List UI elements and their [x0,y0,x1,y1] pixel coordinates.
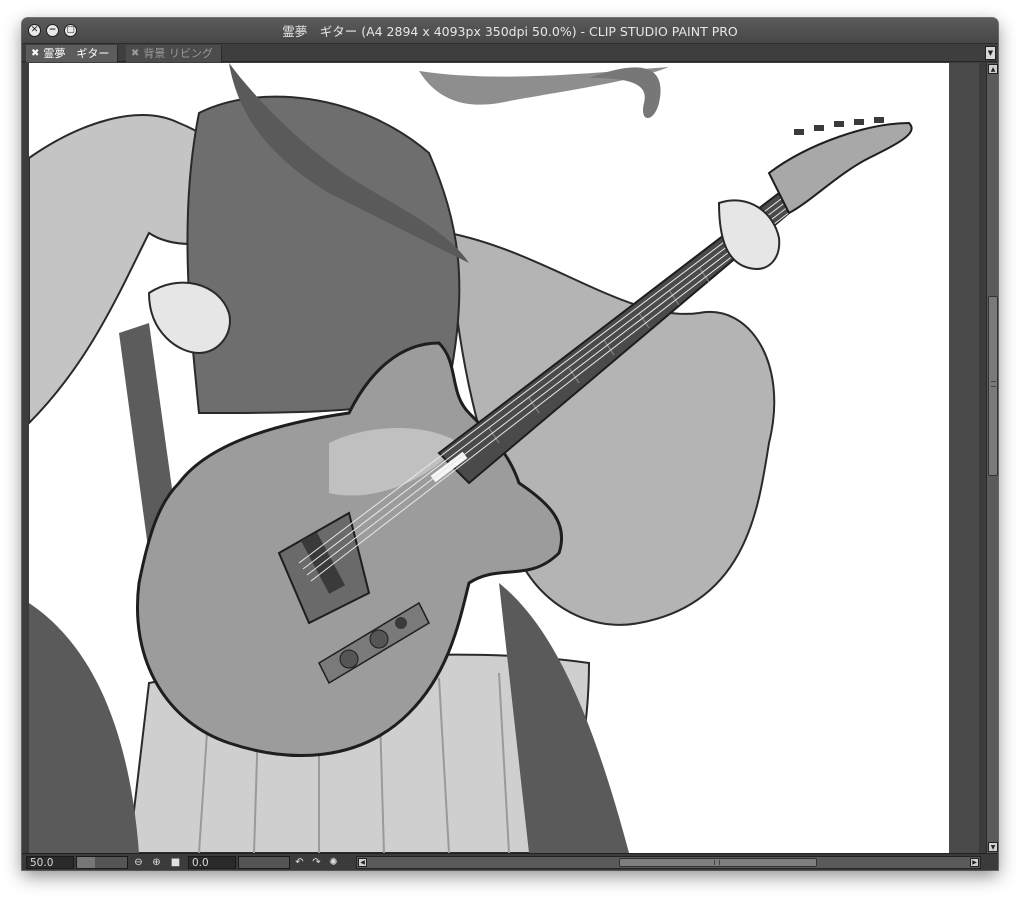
horizontal-scroll-thumb[interactable] [619,858,817,867]
app-window: ✕ − ▢ 霊夢 ギター (A4 2894 x 4093px 350dpi 50… [22,18,998,870]
canvas-viewport[interactable] [29,63,979,853]
zoom-out-icon: ⊖ [134,857,143,868]
vertical-scroll-thumb[interactable] [988,296,998,476]
tab-close-icon[interactable]: ✖ [31,45,39,62]
rotate-left-button[interactable]: ↶ [293,856,306,869]
chevron-down-icon: ▼ [987,49,994,57]
rotate-right-button[interactable]: ↷ [310,856,323,869]
document-tab-bar: ✖ 霊夢 ギター ✖ 背景 リビング ▼ [22,44,998,62]
tab-label: 霊夢 ギター [43,47,110,60]
tab-close-icon[interactable]: ✖ [131,45,139,62]
tab-background-living[interactable]: ✖ 背景 リビング [126,45,222,62]
scroll-left-button[interactable]: ◀ [358,858,367,867]
canvas-artwork[interactable] [29,63,949,853]
scroll-right-button[interactable]: ▶ [970,858,979,867]
scroll-up-button[interactable]: ▲ [988,64,998,74]
window-title: 霊夢 ギター (A4 2894 x 4093px 350dpi 50.0%) -… [282,24,738,39]
vertical-scrollbar[interactable]: ▲ ▼ [986,63,998,853]
rotation-value-field[interactable]: 0.0 [188,856,236,869]
zoom-in-icon: ⊕ [152,857,161,868]
horizontal-scrollbar[interactable]: ◀ ▶ [356,856,981,869]
reset-rotation-icon: ✺ [329,857,338,868]
scroll-down-button[interactable]: ▼ [988,842,998,852]
chevron-right-icon: ▶ [972,859,977,866]
tab-list-dropdown-button[interactable]: ▼ [985,46,996,60]
chevron-left-icon: ◀ [360,859,365,866]
tab-reimu-guitar[interactable]: ✖ 霊夢 ギター [26,45,119,62]
rotation-slider[interactable] [238,856,290,869]
status-bar: 50.0 ⊖ ⊕ ■ 0.0 ↶ ↷ ✺ ◀ ▶ [22,853,998,870]
zoom-slider[interactable] [76,856,128,869]
fit-screen-button[interactable]: ■ [169,856,182,869]
fit-screen-icon: ■ [170,857,181,868]
zoom-out-button[interactable]: ⊖ [132,856,145,869]
chevron-down-icon: ▼ [990,843,996,851]
chevron-up-icon: ▲ [990,65,996,73]
rotate-right-icon: ↷ [312,857,321,868]
rotate-left-icon: ↶ [295,857,304,868]
zoom-value-field[interactable]: 50.0 [26,856,74,869]
reset-rotation-button[interactable]: ✺ [327,856,340,869]
title-bar[interactable]: ✕ − ▢ 霊夢 ギター (A4 2894 x 4093px 350dpi 50… [22,18,998,44]
tab-label: 背景 リビング [143,47,213,60]
zoom-in-button[interactable]: ⊕ [150,856,163,869]
